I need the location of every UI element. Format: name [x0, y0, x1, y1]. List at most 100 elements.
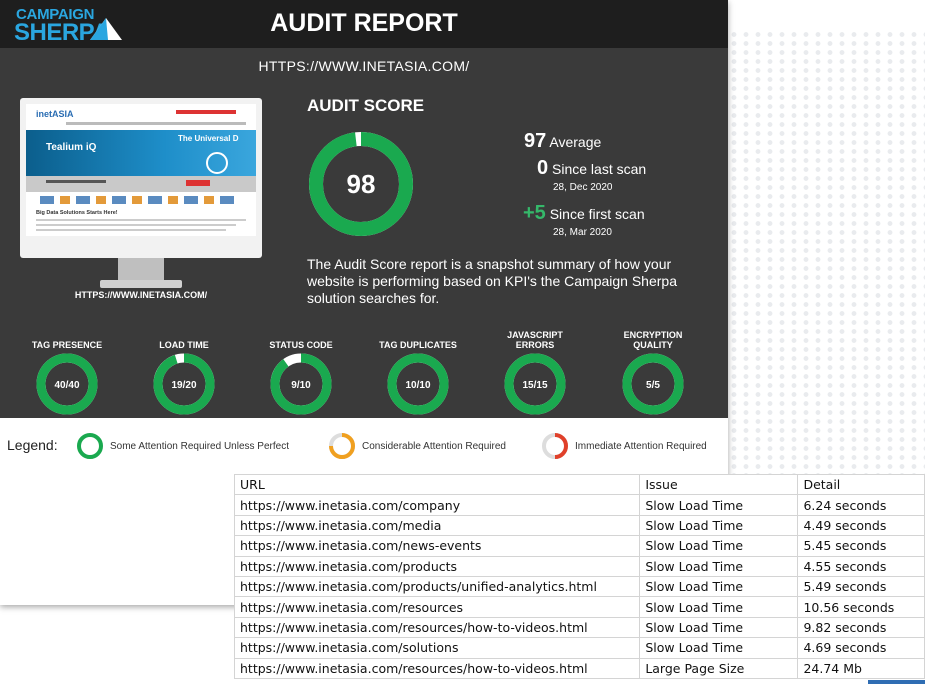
cell-url: https://www.inetasia.com/resources/how-t…	[233, 616, 641, 639]
legend-text-red: Immediate Attention Required	[575, 440, 707, 452]
cell-detail: 4.49 seconds	[797, 514, 925, 537]
column-header-detail: Detail	[797, 473, 925, 496]
cell-url: https://www.inetasia.com/resources	[233, 596, 641, 618]
average-stat: 97 Average	[524, 130, 601, 153]
cell-detail: 10.56 seconds	[797, 596, 925, 618]
gauge-label-text: TAG PRESENCE	[31, 340, 103, 350]
window-edge-accent	[868, 680, 925, 684]
gauge-tag-presence: TAG PRESENCE 40/40	[22, 328, 112, 416]
average-label: Average	[549, 134, 602, 150]
red-ring-icon	[542, 433, 569, 459]
legend-item-orange: Considerable Attention Required	[328, 432, 506, 460]
gauge-label: ENCRYPTION QUALITY	[608, 328, 698, 350]
gauge-value: 15/15	[522, 380, 548, 391]
orange-ring-icon	[329, 433, 355, 459]
legend-item-green: Some Attention Required Unless Perfect	[76, 432, 289, 460]
gauge-label-text: ENCRYPTION QUALITY	[623, 330, 683, 350]
column-header-url: URL	[233, 473, 641, 496]
gauge-javascript-errors: JAVASCRIPT ERRORS 15/15	[490, 328, 580, 416]
site-url: HTTPS://WWW.INETASIA.COM/	[258, 58, 470, 74]
legend-text-orange: Considerable Attention Required	[362, 440, 506, 452]
cell-issue: Slow Load Time	[639, 637, 799, 659]
table-row: https://www.inetasia.com/news-events Slow…	[233, 535, 925, 557]
cell-url: https://www.inetasia.com/resources/how-t…	[233, 657, 641, 679]
column-header-issue: Issue	[639, 473, 799, 496]
cell-url: https://www.inetasia.com/media	[233, 514, 641, 537]
gauge-tag-duplicates: TAG DUPLICATES 10/10	[373, 328, 463, 416]
average-value: 97	[524, 130, 547, 152]
gauge-label: JAVASCRIPT ERRORS	[490, 328, 580, 350]
cell-detail: 6.24 seconds	[797, 494, 925, 516]
preview-hero-right: The Universal D	[178, 134, 239, 143]
first-scan-stat: +5 Since first scan 28, Mar 2020	[523, 202, 645, 238]
legend-label: Legend:	[7, 437, 58, 453]
table-row: https://www.inetasia.com/products/unifie…	[233, 575, 925, 598]
table-row: https://www.inetasia.com/solutions Slow L…	[233, 637, 925, 659]
last-scan-label: Since last scan	[552, 161, 647, 177]
audit-score-title: AUDIT SCORE	[307, 96, 425, 115]
legend-text-green: Some Attention Required Unless Perfect	[110, 440, 289, 452]
gauge-value: 9/10	[291, 380, 311, 391]
cell-detail: 5.49 seconds	[797, 575, 925, 598]
cell-issue: Slow Load Time	[639, 555, 799, 577]
preview-brand: inetASIA	[36, 109, 74, 119]
page-title: AUDIT REPORT	[270, 9, 458, 37]
cell-issue: Slow Load Time	[639, 575, 799, 598]
last-scan-value: 0	[537, 157, 549, 179]
table-row: https://www.inetasia.com/resources/how-t…	[233, 616, 925, 639]
gauge-load-time: LOAD TIME 19/20	[139, 328, 229, 416]
first-scan-value: +5	[523, 202, 546, 224]
gauge-value: 5/5	[646, 380, 660, 391]
table-header-row: URL Issue Detail	[233, 473, 925, 496]
gauge-label-text: JAVASCRIPT ERRORS	[507, 330, 563, 350]
cell-detail: 24.74 Mb	[797, 657, 925, 679]
cell-url: https://www.inetasia.com/company	[233, 494, 641, 516]
first-scan-date: 28, Mar 2020	[553, 227, 612, 238]
table-row: https://www.inetasia.com/resources/how-t…	[233, 657, 925, 679]
cell-detail: 4.69 seconds	[797, 637, 925, 659]
cell-detail: 9.82 seconds	[797, 616, 925, 639]
background-dot-pattern	[728, 30, 925, 510]
cell-detail: 4.55 seconds	[797, 555, 925, 577]
first-scan-label: Since first scan	[549, 206, 645, 222]
website-preview: inetASIA Tealium iQ The Universal D Big …	[26, 104, 256, 236]
cell-issue: Slow Load Time	[639, 535, 799, 557]
table-row: https://www.inetasia.com/company Slow Loa…	[233, 494, 925, 516]
cell-detail: 5.45 seconds	[797, 535, 925, 557]
report-header: CAMPAIGN SHERPA AUDIT REPORT	[0, 0, 728, 48]
gauge-label-text: LOAD TIME	[159, 340, 209, 350]
audit-description: The Audit Score report is a snapshot sum…	[307, 256, 677, 306]
cell-url: https://www.inetasia.com/products/unifie…	[233, 575, 641, 598]
preview-hero-left: Tealium iQ	[46, 142, 97, 153]
cell-issue: Slow Load Time	[639, 616, 799, 639]
issues-table-panel: URL Issue Detail https://www.inetasia.co…	[233, 473, 925, 684]
cell-issue: Large Page Size	[639, 657, 799, 679]
gauge-value: 19/20	[171, 380, 197, 391]
cell-issue: Slow Load Time	[639, 596, 799, 618]
website-screenshot-monitor: inetASIA Tealium iQ The Universal D Big …	[20, 98, 262, 293]
last-scan-stat: 0 Since last scan 28, Dec 2020	[537, 157, 646, 193]
monitor-stand	[118, 258, 164, 280]
cell-url: https://www.inetasia.com/solutions	[233, 637, 641, 659]
cell-issue: Slow Load Time	[639, 514, 799, 537]
table-row: https://www.inetasia.com/media Slow Load …	[233, 514, 925, 537]
legend-item-red: Immediate Attention Required	[541, 432, 707, 460]
table-row: https://www.inetasia.com/products Slow Lo…	[233, 555, 925, 577]
issues-table: URL Issue Detail https://www.inetasia.co…	[233, 473, 925, 679]
cell-url: https://www.inetasia.com/news-events	[233, 535, 641, 557]
gauge-value: 10/10	[405, 380, 431, 391]
gauge-label-text: TAG DUPLICATES	[379, 340, 457, 350]
preview-section-title: Big Data Solutions Starts Here!	[36, 210, 118, 216]
gauge-label: TAG PRESENCE	[22, 328, 112, 350]
report-body: HTTPS://WWW.INETASIA.COM/ inetASIA Teali…	[0, 48, 728, 418]
monitor-base	[100, 280, 182, 288]
gauge-label: LOAD TIME	[139, 328, 229, 350]
audit-score-value: 98	[346, 169, 376, 199]
monitor-caption: HTTPS://WWW.INETASIA.COM/	[74, 290, 208, 300]
gauge-label: STATUS CODE	[256, 328, 346, 350]
table-row: https://www.inetasia.com/resources Slow L…	[233, 596, 925, 618]
last-scan-date: 28, Dec 2020	[553, 182, 613, 193]
gauge-label: TAG DUPLICATES	[373, 328, 463, 350]
monitor-frame: inetASIA Tealium iQ The Universal D Big …	[20, 98, 262, 258]
gauge-encryption-quality: ENCRYPTION QUALITY 5/5	[608, 328, 698, 416]
